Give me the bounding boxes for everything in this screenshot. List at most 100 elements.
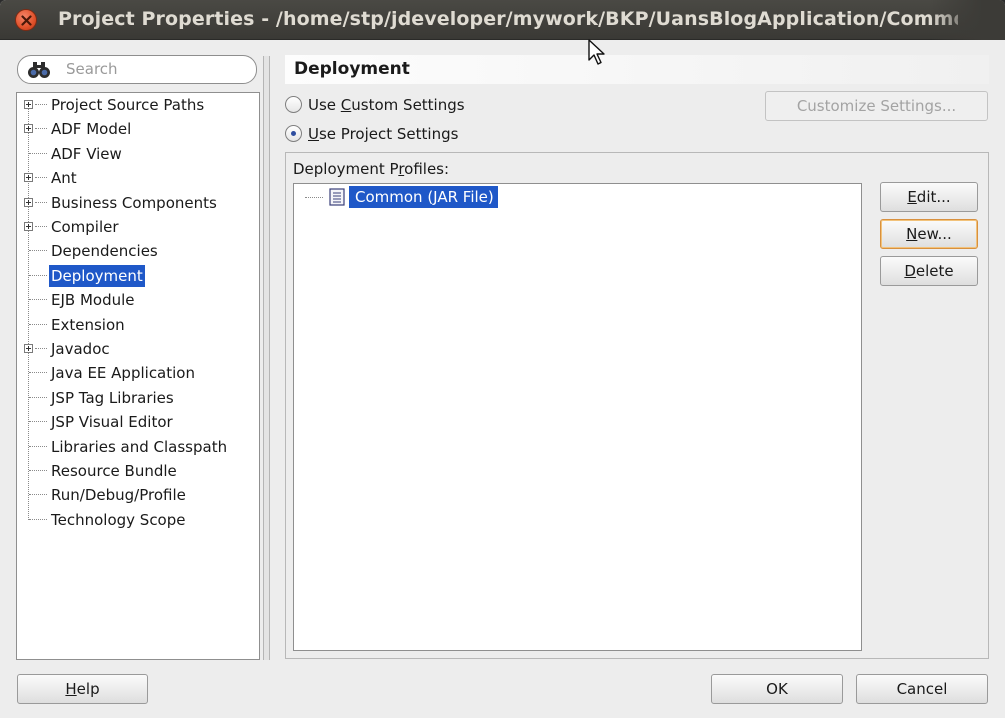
project-properties-dialog: Project Properties - /home/stp/jdevelope…: [0, 0, 1005, 718]
search-box[interactable]: [17, 55, 257, 84]
tree-connector: [29, 518, 47, 520]
button-mnemonic: N: [906, 225, 918, 243]
radio-label: Use Custom Settings: [308, 93, 465, 117]
tree-item[interactable]: Java EE Application: [17, 362, 257, 384]
radio-label-part: Use: [308, 96, 341, 114]
label-part: Deployment P: [293, 160, 399, 178]
tree-connector: [35, 226, 47, 227]
tree-item-label: Compiler: [51, 218, 119, 236]
tree-item-label: EJB Module: [51, 291, 135, 310]
tree-item-label: Libraries and Classpath: [51, 437, 228, 456]
expand-icon[interactable]: [24, 124, 33, 134]
deployment-profiles-list[interactable]: Common (JAR File): [293, 183, 862, 651]
tree-item-label: Extension: [51, 315, 125, 334]
tree-item-label: Deployment: [49, 264, 145, 287]
tree-connector: [35, 177, 47, 179]
button-label-part: dit...: [916, 188, 951, 206]
jar-file-icon: [329, 188, 345, 206]
cancel-button[interactable]: Cancel: [856, 674, 988, 704]
tree-connector: [35, 348, 47, 349]
tree-item-label: Run/Debug/Profile: [51, 486, 186, 505]
tree-connector: [29, 396, 47, 398]
tree-item-label: Technology Scope: [51, 510, 186, 529]
radio-indicator-checked: [285, 125, 302, 142]
button-mnemonic: E: [907, 188, 917, 206]
button-label-part: elete: [915, 262, 954, 280]
tree-connector: [29, 470, 47, 471]
tree-item[interactable]: ADF Model: [17, 118, 257, 140]
tree-item-label: Ant: [51, 169, 77, 188]
category-tree[interactable]: Project Source Paths ADF Model ADF View Ant…: [16, 92, 260, 660]
expand-icon[interactable]: [24, 100, 33, 109]
tree-item[interactable]: EJB Module: [17, 289, 257, 311]
tree-item[interactable]: Compiler: [17, 216, 257, 238]
radio-label-mnemonic: C: [340, 96, 352, 114]
button-mnemonic: H: [65, 680, 77, 698]
tree-connector: [29, 494, 47, 496]
tree-item[interactable]: Resource Bundle: [17, 460, 257, 482]
tree-item[interactable]: Dependencies: [17, 240, 257, 262]
tree-connector: [305, 197, 323, 198]
expand-icon[interactable]: [24, 344, 33, 353]
tree-connector: [29, 445, 47, 447]
tree-item[interactable]: JSP Visual Editor: [17, 411, 257, 433]
expand-icon[interactable]: [24, 222, 33, 231]
close-window-button[interactable]: [15, 9, 37, 31]
tree-item[interactable]: Technology Scope: [17, 509, 257, 531]
list-item[interactable]: Common (JAR File): [294, 186, 594, 208]
new-button[interactable]: New...: [880, 219, 978, 249]
customize-settings-button[interactable]: Customize Settings...: [765, 91, 988, 121]
tree-item[interactable]: ADF View: [17, 143, 257, 165]
radio-indicator: [285, 96, 302, 113]
title-fade: [930, 0, 1005, 40]
tree-item-label: Dependencies: [51, 242, 158, 261]
tree-connector: [35, 104, 47, 105]
close-icon: [21, 15, 32, 26]
tree-item[interactable]: Deployment: [17, 264, 257, 287]
deployment-profiles-label: Deployment Profiles:: [293, 160, 449, 178]
tree-item[interactable]: Run/Debug/Profile: [17, 484, 257, 506]
tree-item-label: ADF Model: [51, 120, 132, 139]
tree-connector: [35, 128, 47, 130]
binoculars-icon: [28, 62, 50, 78]
page-title: Deployment: [285, 55, 989, 84]
button-mnemonic: D: [904, 262, 916, 280]
delete-button[interactable]: Delete: [880, 256, 978, 286]
tree-connector: [35, 201, 47, 203]
use-project-settings-radio[interactable]: Use Project Settings: [285, 122, 585, 146]
mouse-cursor-icon: [588, 39, 605, 65]
tree-item[interactable]: Business Components: [17, 192, 257, 214]
tree-connector: [29, 274, 47, 276]
tree-connector: [29, 372, 47, 374]
splitter-handle[interactable]: [263, 56, 270, 660]
tree-connector: [29, 299, 47, 301]
tree-item[interactable]: Ant: [17, 167, 257, 189]
tree-item[interactable]: Libraries and Classpath: [17, 436, 257, 458]
button-label-part: elp: [76, 680, 100, 698]
tree-item[interactable]: JSP Tag Libraries: [17, 387, 257, 409]
ok-button[interactable]: OK: [711, 674, 843, 704]
tree-connector: [29, 250, 47, 252]
tree-item-label: ADF View: [51, 144, 122, 163]
button-label-part: ew...: [917, 225, 952, 243]
tree-item-label: Business Components: [51, 193, 217, 212]
tree-item[interactable]: Project Source Paths: [17, 94, 257, 116]
expand-icon[interactable]: [24, 197, 33, 207]
expand-icon[interactable]: [24, 173, 33, 183]
radio-label-mnemonic: U: [308, 125, 319, 143]
tree-connector: [29, 323, 47, 325]
tree-item-label: Project Source Paths: [51, 96, 205, 114]
help-button[interactable]: Help: [17, 674, 148, 704]
use-custom-settings-radio[interactable]: Use Custom Settings: [285, 93, 585, 117]
tree-item[interactable]: Javadoc: [17, 338, 257, 360]
radio-label: Use Project Settings: [308, 122, 458, 146]
tree-item-label: Java EE Application: [51, 364, 195, 383]
edit-button[interactable]: Edit...: [880, 182, 978, 212]
tree-item[interactable]: Extension: [17, 314, 257, 336]
search-input[interactable]: [64, 58, 244, 80]
tree-connector: [29, 421, 47, 423]
tree-item-label: JSP Visual Editor: [51, 413, 173, 432]
tree-connector: [29, 152, 47, 154]
window-title: Project Properties - /home/stp/jdevelope…: [58, 8, 958, 30]
label-part: ofiles:: [404, 160, 450, 178]
